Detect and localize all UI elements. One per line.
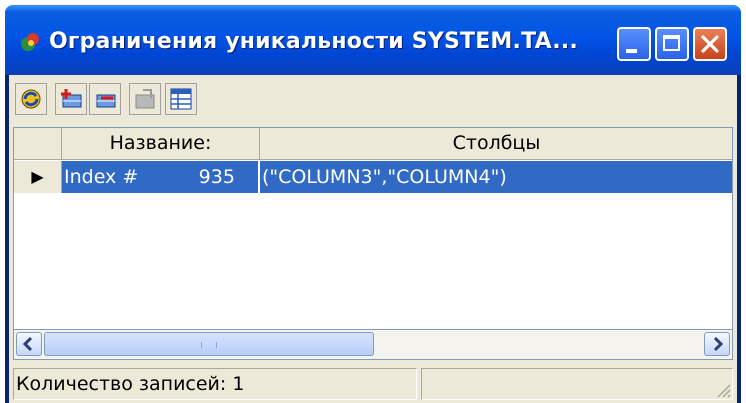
scroll-left-button[interactable] bbox=[16, 332, 42, 356]
row-indicator-header bbox=[14, 128, 62, 160]
status-bar: Количество записей: 1 bbox=[13, 366, 733, 401]
column-header-name[interactable]: Название: bbox=[62, 128, 260, 160]
column-header-columns[interactable]: Столбцы bbox=[260, 128, 732, 160]
data-grid[interactable]: Название: Столбцы ▶ Index # 935 ("COLUMN… bbox=[13, 127, 733, 330]
delete-button[interactable] bbox=[89, 83, 121, 115]
row-indicator-icon: ▶ bbox=[14, 161, 62, 193]
app-icon bbox=[21, 33, 39, 51]
scroll-thumb[interactable] bbox=[44, 332, 374, 356]
add-icon bbox=[61, 89, 82, 108]
refresh-button[interactable] bbox=[15, 83, 47, 115]
maximize-icon bbox=[663, 35, 680, 51]
grip-icon bbox=[201, 342, 217, 348]
edit-icon bbox=[135, 89, 155, 109]
record-count: Количество записей: 1 bbox=[13, 368, 417, 400]
chevron-left-icon bbox=[22, 336, 33, 352]
table-row[interactable]: ▶ Index # 935 ("COLUMN3","COLUMN4") bbox=[14, 161, 732, 193]
window-body: Название: Столбцы ▶ Index # 935 ("COLUMN… bbox=[9, 75, 737, 403]
cell-name[interactable]: Index # 935 bbox=[62, 161, 259, 193]
close-button[interactable] bbox=[693, 27, 727, 61]
cell-columns[interactable]: ("COLUMN3","COLUMN4") bbox=[260, 161, 732, 193]
minimize-icon bbox=[626, 49, 637, 53]
view-button[interactable] bbox=[165, 83, 197, 115]
window: Ограничения уникальности SYSTEM.TA... На… bbox=[5, 5, 741, 403]
refresh-icon bbox=[21, 89, 41, 109]
delete-icon bbox=[96, 94, 116, 108]
status-panel-secondary bbox=[421, 368, 733, 400]
close-icon bbox=[701, 35, 719, 53]
scroll-right-button[interactable] bbox=[704, 332, 730, 356]
cell-name-text: Index # 935 bbox=[64, 166, 235, 188]
add-button[interactable] bbox=[55, 83, 87, 115]
resize-grip-icon[interactable] bbox=[713, 380, 731, 398]
grid-view-icon bbox=[170, 88, 192, 110]
maximize-button[interactable] bbox=[655, 27, 689, 61]
edit-button[interactable] bbox=[129, 83, 161, 115]
minimize-button[interactable] bbox=[617, 27, 651, 61]
horizontal-scrollbar[interactable] bbox=[13, 330, 733, 360]
chevron-right-icon bbox=[713, 336, 724, 352]
title-bar[interactable]: Ограничения уникальности SYSTEM.TA... bbox=[5, 5, 741, 75]
window-title: Ограничения уникальности SYSTEM.TA... bbox=[49, 29, 578, 54]
toolbar bbox=[9, 75, 737, 127]
